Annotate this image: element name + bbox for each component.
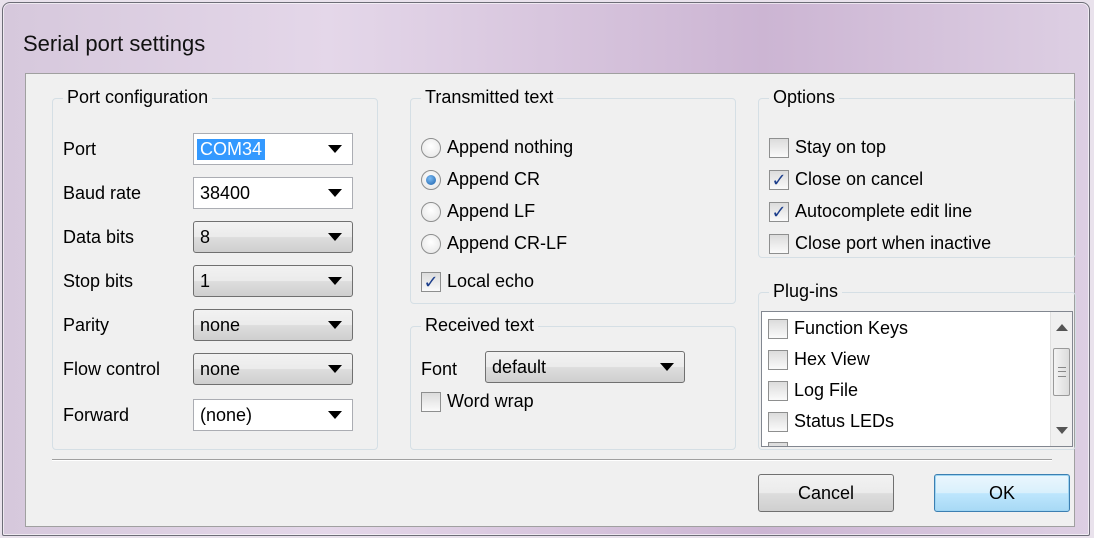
dialog-client-area: Port configuration Port COM34 Baud rate … (25, 73, 1076, 527)
port-configuration-group: Port configuration Port COM34 Baud rate … (52, 87, 378, 450)
flow-control-dropdown[interactable]: none (193, 353, 353, 385)
list-item-label: Hex View (794, 349, 870, 369)
list-item[interactable]: Hex View (768, 349, 870, 370)
plugins-group: Plug-ins Function Keys Hex View Log File… (758, 281, 1076, 450)
forward-label: Forward (63, 405, 130, 425)
forward-combobox[interactable]: (none) (193, 399, 353, 431)
checkmark-icon[interactable]: ✓ (421, 271, 441, 292)
list-item-label: Status LEDs (794, 411, 895, 431)
chevron-down-icon (328, 189, 342, 197)
forward-value: (none) (200, 404, 253, 425)
checkbox-label: Autocomplete edit line (795, 201, 973, 221)
checkbox-box[interactable] (769, 137, 789, 158)
checkbox-box[interactable] (769, 233, 789, 254)
transmitted-text-group: Transmitted text Append nothing Append C… (410, 87, 736, 304)
grip-icon (1058, 367, 1066, 377)
list-item-label: Function Keys (794, 318, 909, 338)
group-label-received-text: Received text (421, 315, 539, 336)
port-value: COM34 (197, 138, 266, 160)
checkbox-box[interactable] (768, 411, 788, 432)
checkbox-label: Stay on top (795, 137, 887, 157)
font-dropdown[interactable]: default (485, 351, 685, 383)
received-text-group: Received text Font default Word wrap (410, 315, 736, 450)
checkmark-icon[interactable]: ✓ (769, 201, 789, 222)
checkbox-label: Close port when inactive (795, 233, 992, 253)
group-label-port-configuration: Port configuration (63, 87, 213, 108)
autocomplete-edit-line-checkbox[interactable]: ✓ Autocomplete edit line (769, 201, 972, 222)
flow-control-label: Flow control (63, 359, 161, 379)
close-port-when-inactive-checkbox[interactable]: Close port when inactive (769, 233, 991, 254)
radio-button[interactable] (421, 233, 441, 254)
stop-bits-value: 1 (200, 270, 211, 291)
checkbox-box[interactable] (768, 380, 788, 401)
checkmark-icon[interactable]: ✓ (769, 169, 789, 190)
font-value: default (492, 356, 547, 377)
radio-button-selected[interactable] (421, 169, 441, 190)
group-label-plugins: Plug-ins (769, 281, 843, 302)
chevron-down-icon (328, 277, 342, 285)
separator (52, 459, 1052, 461)
data-bits-dropdown[interactable]: 8 (193, 221, 353, 253)
close-on-cancel-checkbox[interactable]: ✓ Close on cancel (769, 169, 923, 190)
plugins-listbox[interactable]: Function Keys Hex View Log File Status L… (761, 311, 1073, 447)
radio-append-nothing[interactable]: Append nothing (421, 137, 573, 158)
checkbox-box[interactable] (421, 391, 441, 412)
radio-label: Append CR-LF (447, 233, 568, 253)
group-label-options: Options (769, 87, 840, 108)
checkbox-label: Close on cancel (795, 169, 924, 189)
radio-label: Append LF (447, 201, 536, 221)
radio-button[interactable] (421, 137, 441, 158)
list-item[interactable]: Log File (768, 380, 858, 401)
cancel-button[interactable]: Cancel (758, 474, 894, 512)
checkbox-box[interactable] (768, 442, 788, 446)
baud-rate-label: Baud rate (63, 183, 142, 203)
radio-append-lf[interactable]: Append LF (421, 201, 535, 222)
title-bar[interactable]: Serial port settings (3, 3, 1089, 73)
local-echo-checkbox[interactable]: ✓ Local echo (421, 271, 534, 292)
checkbox-box[interactable] (768, 318, 788, 339)
dialog-window: Serial port settings Port configuration … (2, 2, 1090, 536)
radio-append-cr[interactable]: Append CR (421, 169, 540, 190)
chevron-down-icon (328, 365, 342, 373)
chevron-down-icon (328, 233, 342, 241)
port-label: Port (63, 139, 97, 159)
checkbox-box[interactable] (768, 349, 788, 370)
stop-bits-label: Stop bits (63, 271, 134, 291)
word-wrap-checkbox[interactable]: Word wrap (421, 391, 534, 412)
parity-value: none (200, 314, 241, 335)
radio-append-cr-lf[interactable]: Append CR-LF (421, 233, 567, 254)
data-bits-value: 8 (200, 226, 211, 247)
baud-rate-combobox[interactable]: 38400 (193, 177, 353, 209)
font-label: Font (421, 359, 458, 379)
radio-label: Append nothing (447, 137, 574, 157)
list-item-label: Log File (794, 380, 859, 400)
options-group: Options Stay on top ✓ Close on cancel ✓ … (758, 87, 1076, 258)
chevron-down-icon (328, 411, 342, 419)
flow-control-value: none (200, 358, 241, 379)
scrollbar-thumb[interactable] (1053, 348, 1070, 396)
window-title: Serial port settings (23, 31, 206, 56)
data-bits-label: Data bits (63, 227, 135, 247)
stop-bits-dropdown[interactable]: 1 (193, 265, 353, 297)
chevron-down-icon (328, 145, 342, 153)
scroll-down-icon[interactable] (1056, 427, 1068, 434)
list-item[interactable]: Function Keys (768, 318, 908, 339)
radio-label: Append CR (447, 169, 541, 189)
checkbox-label: Word wrap (447, 391, 534, 411)
scroll-up-icon[interactable] (1056, 324, 1068, 331)
radio-button[interactable] (421, 201, 441, 222)
ok-button[interactable]: OK (934, 474, 1070, 512)
list-item[interactable]: Status LEDs (768, 411, 894, 432)
vertical-scrollbar[interactable] (1050, 312, 1072, 446)
chevron-down-icon (328, 321, 342, 329)
parity-label: Parity (63, 315, 110, 335)
baud-rate-value: 38400 (200, 182, 251, 203)
port-combobox[interactable]: COM34 (193, 133, 353, 165)
parity-dropdown[interactable]: none (193, 309, 353, 341)
list-item-partial[interactable] (768, 442, 794, 446)
chevron-down-icon (660, 363, 674, 371)
stay-on-top-checkbox[interactable]: Stay on top (769, 137, 886, 158)
checkbox-label: Local echo (447, 271, 535, 291)
group-label-transmitted-text: Transmitted text (421, 87, 558, 108)
